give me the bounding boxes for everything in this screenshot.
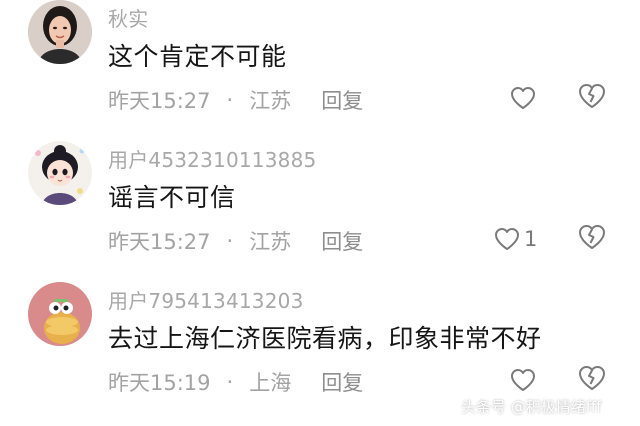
dislike-button[interactable]: [578, 83, 608, 113]
comment-list: 秋实 这个肯定不可能 昨天15:27 · 江苏 回复 用户45323101138…: [0, 0, 640, 426]
username[interactable]: 用户4532310113885: [108, 144, 316, 173]
comment-time: 昨天15:27: [108, 89, 211, 113]
reply-button[interactable]: 回复: [321, 367, 363, 397]
comment-item: 秋实 这个肯定不可能 昨天15:27 · 江苏 回复: [0, 0, 640, 138]
separator: ·: [226, 229, 234, 253]
like-button[interactable]: [510, 365, 540, 395]
reply-button[interactable]: 回复: [321, 226, 363, 256]
comment-meta: 昨天15:27 · 江苏 回复: [108, 85, 363, 115]
like-button[interactable]: [510, 83, 540, 113]
comment-text: 这个肯定不可能: [108, 42, 287, 71]
heart-icon: [511, 87, 535, 109]
reply-button[interactable]: 回复: [321, 85, 363, 115]
broken-heart-icon: [579, 366, 605, 390]
comment-text: 谣言不可信: [108, 183, 236, 212]
heart-icon: [511, 369, 535, 391]
broken-heart-icon: [579, 225, 605, 249]
dislike-button[interactable]: [578, 224, 608, 254]
avatar[interactable]: [28, 141, 92, 205]
comment-time: 昨天15:19: [108, 371, 211, 395]
comment-meta: 昨天15:27 · 江苏 回复: [108, 226, 363, 256]
comment-location: 江苏: [249, 230, 292, 254]
cartoon-girl-avatar-icon: [28, 141, 92, 205]
cartoon-character-avatar-icon: [28, 282, 92, 346]
avatar[interactable]: [28, 0, 92, 64]
broken-heart-icon: [579, 84, 605, 108]
comment-meta: 昨天15:19 · 上海 回复: [108, 367, 363, 397]
comment-text: 去过上海仁济医院看病，印象非常不好: [108, 324, 542, 353]
dislike-button[interactable]: [578, 365, 608, 395]
separator: ·: [226, 370, 234, 394]
watermark: 头条号 @积极情绪fff: [461, 398, 602, 416]
username[interactable]: 秋实: [108, 3, 148, 32]
comment-location: 上海: [249, 371, 292, 395]
woman-portrait-avatar-icon: [28, 0, 92, 64]
comment-time: 昨天15:27: [108, 230, 211, 254]
avatar[interactable]: [28, 282, 92, 346]
like-count: 1: [524, 227, 538, 251]
comment-location: 江苏: [249, 89, 292, 113]
heart-icon: [495, 228, 519, 250]
separator: ·: [226, 88, 234, 112]
comment-item: 用户4532310113885 谣言不可信 昨天15:27 · 江苏 回复 1: [0, 141, 640, 279]
like-button[interactable]: 1: [494, 224, 537, 254]
username[interactable]: 用户795413413203: [108, 285, 304, 314]
